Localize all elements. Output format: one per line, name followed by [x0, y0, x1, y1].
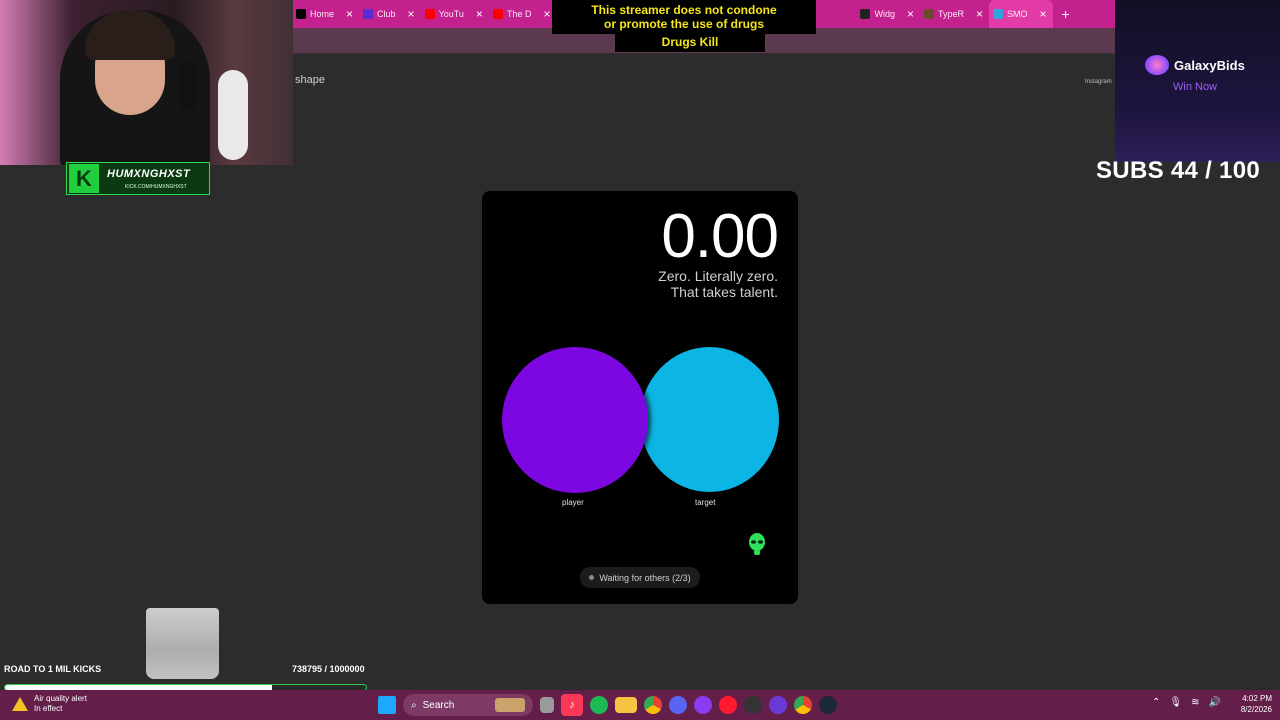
streamer-url: KICK.COM/HUMXNGHXST [125, 184, 187, 190]
tab-label: Home [310, 9, 335, 19]
browser-tab[interactable]: Home × [292, 0, 359, 28]
tab-close-icon[interactable]: × [543, 7, 550, 21]
tab-favicon-icon [296, 9, 306, 19]
tab-favicon-icon [492, 9, 503, 19]
volume-icon[interactable]: 🔊 [1208, 697, 1220, 708]
tab-favicon-icon [993, 9, 1004, 19]
warning-icon [12, 697, 28, 711]
instagram-link[interactable]: Instagram [1085, 79, 1112, 85]
waiting-status-text: Waiting for others (2/3) [599, 572, 691, 583]
music-app-icon[interactable]: ♪ [561, 694, 583, 716]
browser-tab[interactable]: Widg × [856, 0, 920, 28]
alien-icon [749, 533, 765, 555]
system-tray: ⌃ 🎙 ≋ 🔊 [1152, 697, 1221, 708]
microphone-icon [180, 60, 196, 110]
streamer-name-badge: K HUMXNGHXST KICK.COM/HUMXNGHXST [66, 162, 210, 195]
streamer-name: HUMXNGHXST [107, 168, 191, 180]
tab-favicon-icon [860, 9, 871, 19]
tab-favicon-icon [924, 9, 934, 19]
browser-tab[interactable]: TypeR × [920, 0, 989, 28]
chevron-up-icon[interactable]: ⌃ [1152, 697, 1160, 708]
tab-label: The D [506, 9, 532, 19]
windows-start-icon[interactable] [378, 696, 396, 714]
tab-label: YouTu [438, 9, 464, 19]
tab-label: SMO [1007, 9, 1028, 19]
sponsor-panel: GalaxyBids Win Now [1115, 0, 1280, 162]
warning-line-3: Drugs Kill [615, 33, 765, 52]
tab-close-icon[interactable]: × [1040, 7, 1047, 21]
folder-icon[interactable] [615, 697, 637, 713]
sponsor-name: GalaxyBids [1174, 58, 1245, 73]
windows-taskbar: Air quality alert In effect ⌕ Search ♪ ⌃… [0, 690, 1280, 720]
clock-time: 4:02 PM [1242, 694, 1272, 703]
score-message: Zero. Literally zero. That takes talent. [658, 268, 778, 300]
taskbar-search[interactable]: ⌕ Search [403, 694, 533, 716]
tab-label: TypeR [938, 9, 965, 19]
webcam-feed [0, 0, 293, 165]
browser-tab[interactable]: YouTu × [421, 0, 489, 28]
warning-line-2: or promote the use of drugs [603, 17, 764, 31]
file-manager-icon[interactable] [540, 697, 554, 713]
tab-close-icon[interactable]: × [976, 7, 983, 21]
browser-tab[interactable]: SMO × [989, 0, 1053, 28]
tab-close-icon[interactable]: × [346, 7, 353, 21]
search-highlight-icon [495, 698, 525, 712]
glass-cup [146, 608, 219, 679]
discord-icon[interactable] [669, 696, 687, 714]
weather-alert[interactable]: Air quality alert In effect [12, 694, 87, 714]
wifi-icon[interactable]: ≋ [1191, 697, 1199, 708]
figurine [218, 70, 248, 160]
weather-alert-title: Air quality alert [34, 694, 87, 703]
tab-favicon-icon [363, 9, 374, 19]
tab-close-icon[interactable]: × [476, 7, 483, 21]
tab-close-icon[interactable]: × [907, 7, 914, 21]
game-card: 0.00 Zero. Literally zero. That takes ta… [482, 191, 798, 604]
opera-icon[interactable] [719, 696, 737, 714]
tab-label: Widg [874, 9, 895, 19]
warning-banner: This streamer does not condone or promot… [552, 0, 816, 34]
browser-tab[interactable]: The D × [489, 0, 557, 28]
galaxy-planet-icon [1145, 55, 1169, 75]
kicks-goal-count: 738795 / 1000000 [292, 664, 365, 674]
browser-tab[interactable]: Club × [359, 0, 421, 28]
kicks-goal-label: ROAD TO 1 MIL KICKS [4, 664, 102, 674]
chrome-active-icon[interactable] [794, 696, 812, 714]
chrome-icon[interactable] [644, 696, 662, 714]
app-purple-icon[interactable] [694, 696, 712, 714]
new-tab-button[interactable]: + [1053, 6, 1079, 22]
sponsor-cta: Win Now [1173, 81, 1218, 93]
obs-icon[interactable] [744, 696, 762, 714]
target-label: target [695, 498, 716, 507]
page-title: shape [295, 74, 325, 86]
target-circle [640, 347, 779, 492]
tab-close-icon[interactable]: × [408, 7, 415, 21]
subs-goal: SUBS 44 / 100 [1096, 157, 1260, 184]
waiting-status: Waiting for others (2/3) [580, 567, 700, 588]
score-message-line-1: Zero. Literally zero. [658, 268, 778, 284]
kick-logo-icon: K [69, 164, 99, 193]
clock-date: 8/2/2026 [1240, 705, 1272, 714]
score: 0.00 [661, 202, 779, 271]
search-placeholder: Search [422, 699, 455, 711]
weather-alert-sub: In effect [34, 704, 63, 713]
tab-label: Club [377, 9, 396, 19]
spotify-icon[interactable] [590, 696, 608, 714]
player-circle[interactable] [502, 347, 648, 493]
tab-favicon-icon [424, 9, 435, 19]
score-message-line-2: That takes talent. [670, 284, 778, 300]
microphone-tray-icon[interactable]: 🎙 [1169, 697, 1182, 708]
search-icon: ⌕ [411, 699, 417, 711]
player-label: player [562, 498, 584, 507]
status-dot-icon [589, 575, 595, 580]
steam-icon[interactable] [819, 696, 837, 714]
app-ring-icon[interactable] [769, 696, 787, 714]
taskbar-clock[interactable]: 4:02 PM 8/2/2026 [1232, 693, 1272, 715]
warning-line-1: This streamer does not condone [591, 3, 777, 17]
